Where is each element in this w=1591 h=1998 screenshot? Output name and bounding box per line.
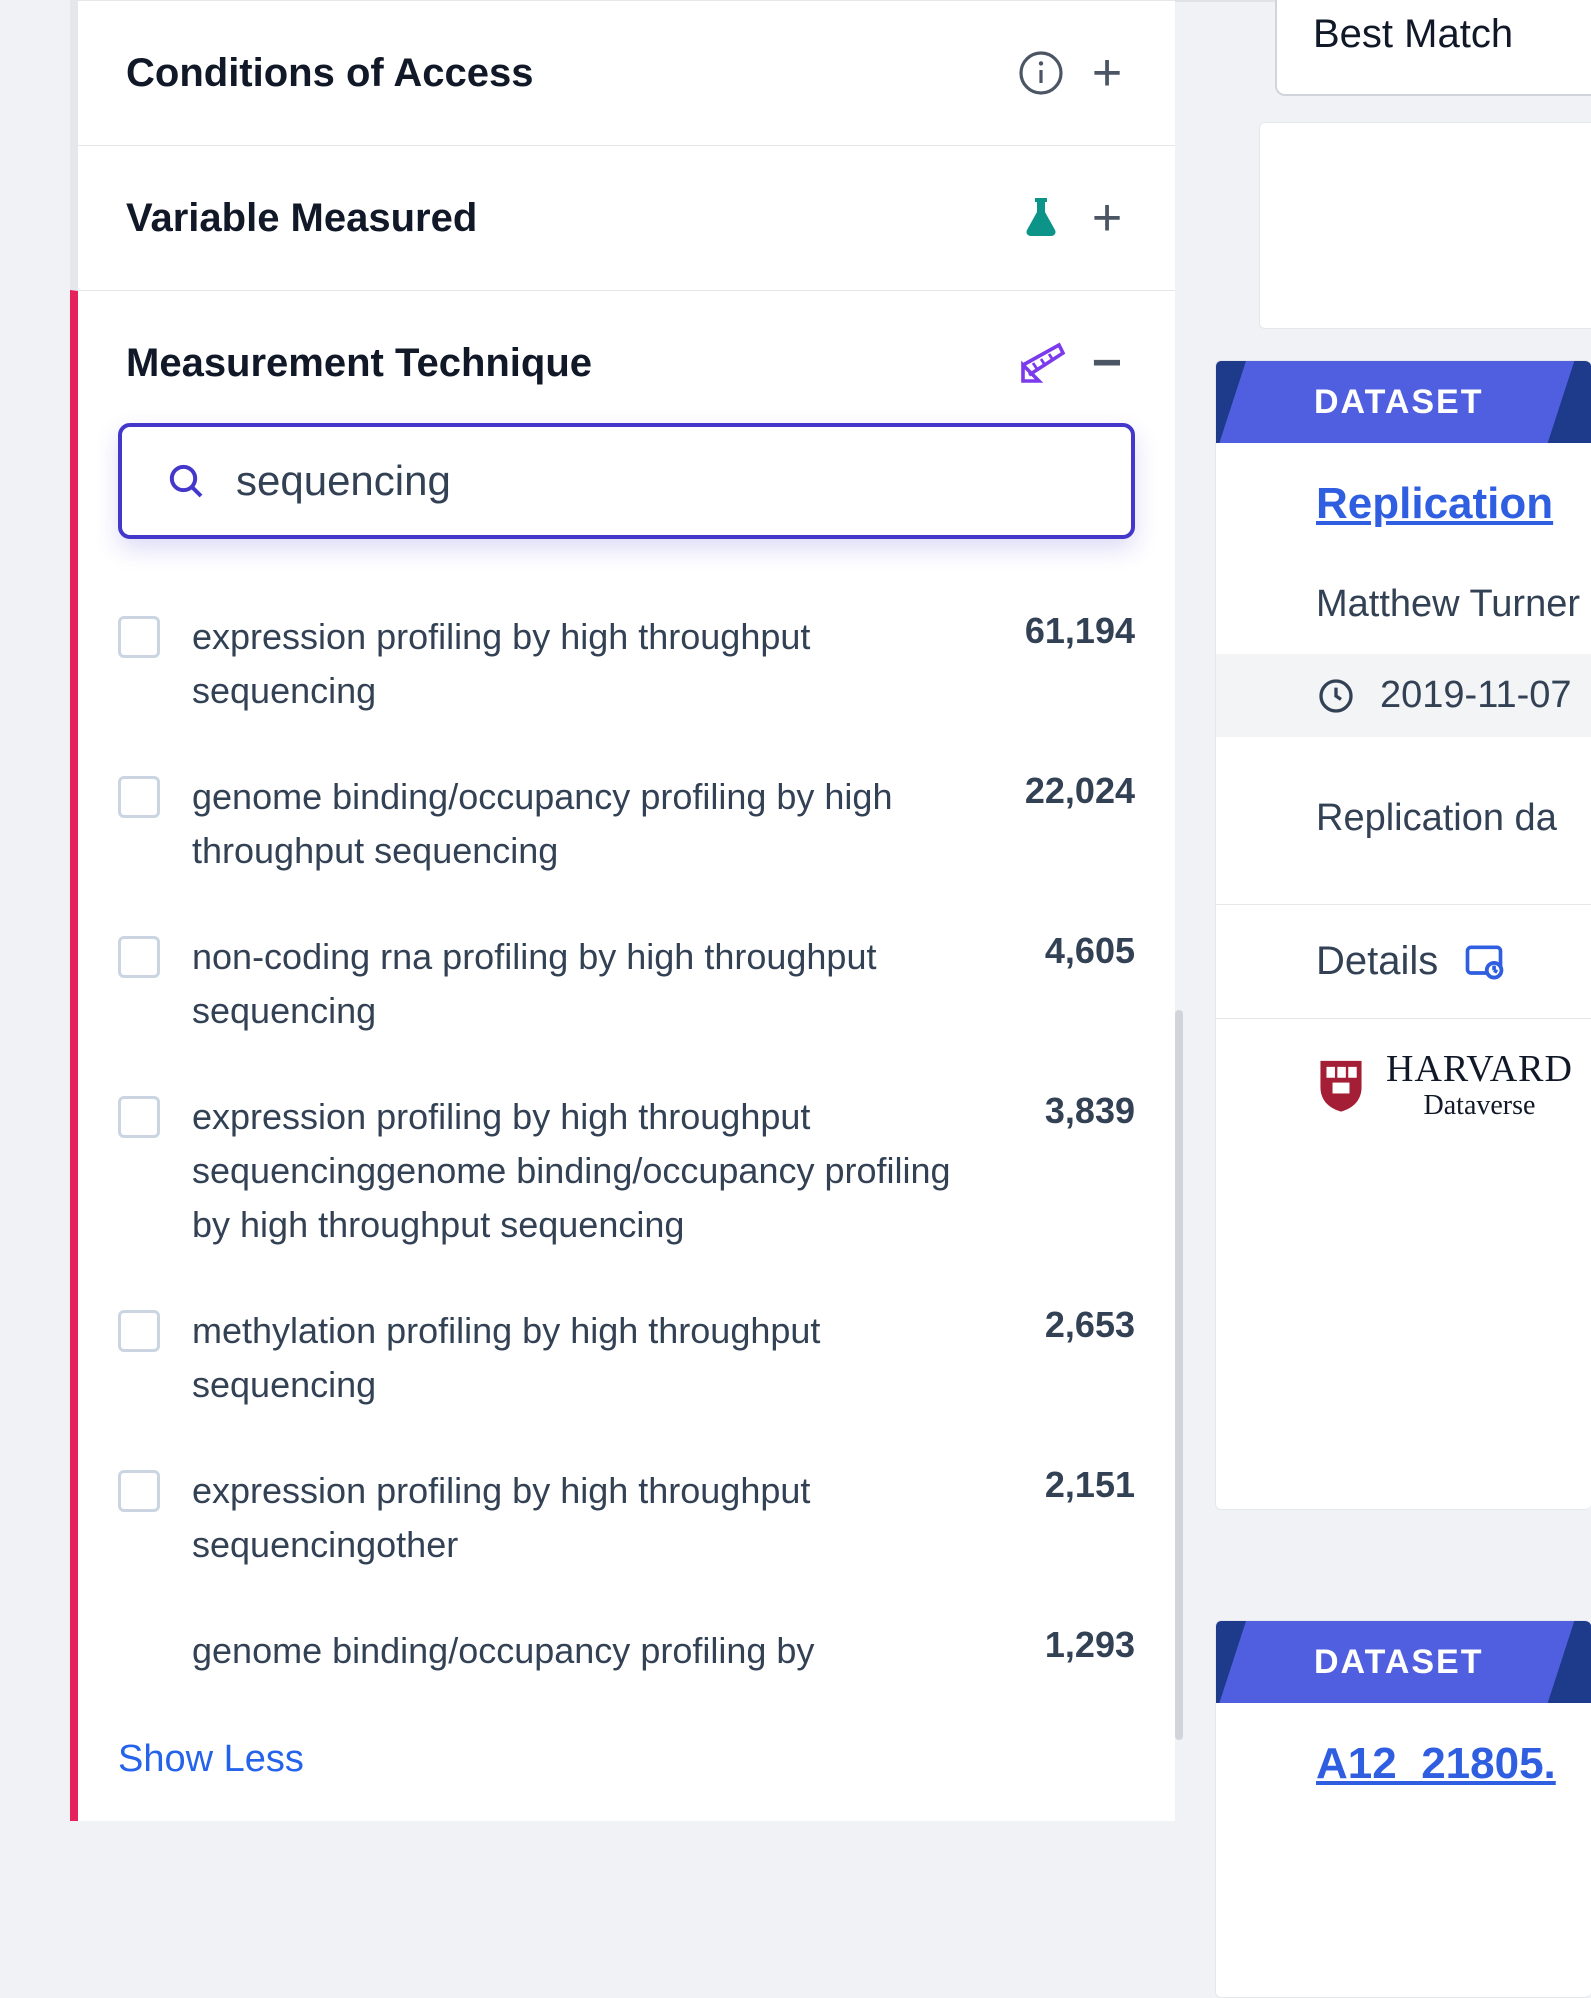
facet-search-box[interactable] — [118, 423, 1135, 539]
show-less-link[interactable]: Show Less — [118, 1678, 304, 1821]
result-provider: HARVARD Dataverse — [1216, 1018, 1591, 1152]
result-card: DATASET A12_21805. — [1215, 1620, 1591, 1998]
facet-label: expression profiling by high throughput … — [192, 1464, 983, 1572]
result-details-row[interactable]: Details — [1216, 904, 1591, 1018]
sort-select[interactable]: Best Match — [1275, 0, 1591, 96]
facet-count: 2,151 — [1015, 1464, 1135, 1506]
result-description: Replication da — [1316, 797, 1591, 840]
filter-body-technique: expression profiling by high throughput … — [78, 423, 1175, 1821]
clock-icon — [1316, 676, 1356, 716]
facet-label: genome binding/occupancy profiling by — [192, 1624, 983, 1678]
filter-header-actions: − — [1017, 337, 1127, 389]
result-date-row: 2019-11-07 — [1216, 654, 1591, 737]
filter-header-conditions[interactable]: Conditions of Access + — [78, 1, 1175, 145]
checkbox[interactable] — [118, 1096, 160, 1138]
filter-header-technique[interactable]: Measurement Technique − — [78, 291, 1175, 423]
facet-count: 1,293 — [1015, 1624, 1135, 1666]
info-icon — [1017, 49, 1065, 97]
filter-title: Conditions of Access — [126, 51, 533, 96]
facet-label: expression profiling by high throughput … — [192, 1090, 983, 1252]
facet-label: methylation profiling by high throughput… — [192, 1304, 983, 1412]
facet-label: expression profiling by high throughput … — [192, 610, 983, 718]
collapse-icon[interactable]: − — [1087, 337, 1127, 389]
expand-icon[interactable]: + — [1087, 192, 1127, 244]
ruler-icon — [1017, 339, 1065, 387]
facet-list: expression profiling by high throughput … — [118, 584, 1135, 1678]
facet-label: non-coding rna profiling by high through… — [192, 930, 983, 1038]
checkbox[interactable] — [118, 936, 160, 978]
search-icon — [166, 461, 206, 501]
flask-icon — [1017, 194, 1065, 242]
filter-header-actions: + — [1017, 47, 1127, 99]
facet-option[interactable]: non-coding rna profiling by high through… — [118, 904, 1135, 1064]
checkbox[interactable] — [118, 1310, 160, 1352]
filter-section-technique: Measurement Technique − — [70, 290, 1175, 1821]
details-icon — [1462, 940, 1506, 984]
provider-name: HARVARD — [1386, 1049, 1573, 1091]
sort-label: Best Match — [1313, 12, 1513, 57]
facet-search-wrap — [118, 423, 1135, 539]
provider-sub: Dataverse — [1386, 1091, 1573, 1122]
result-type-ribbon: DATASET — [1216, 361, 1591, 443]
details-label: Details — [1316, 939, 1438, 984]
facet-option[interactable]: expression profiling by high throughput … — [118, 1064, 1135, 1278]
facet-option[interactable]: genome binding/occupancy profiling by 1,… — [118, 1598, 1135, 1678]
filter-header-actions: + — [1017, 192, 1127, 244]
facet-count: 2,653 — [1015, 1304, 1135, 1346]
facet-option[interactable]: methylation profiling by high throughput… — [118, 1278, 1135, 1438]
facet-count: 3,839 — [1015, 1090, 1135, 1132]
filter-title: Measurement Technique — [126, 341, 592, 386]
facet-option[interactable]: expression profiling by high throughput … — [118, 584, 1135, 744]
scrollbar[interactable] — [1175, 1010, 1183, 1740]
facet-count: 22,024 — [1015, 770, 1135, 812]
checkbox[interactable] — [118, 616, 160, 658]
result-title-link[interactable]: Replication — [1316, 479, 1553, 528]
facet-count: 61,194 — [1015, 610, 1135, 652]
result-date: 2019-11-07 — [1380, 674, 1572, 717]
facet-option[interactable]: expression profiling by high throughput … — [118, 1438, 1135, 1598]
result-type-badge: DATASET — [1314, 361, 1484, 443]
filter-section-conditions: Conditions of Access + — [70, 0, 1175, 145]
expand-icon[interactable]: + — [1087, 47, 1127, 99]
result-type-ribbon: DATASET — [1216, 1621, 1591, 1703]
filter-header-variable[interactable]: Variable Measured + — [78, 146, 1175, 290]
filter-panel: Conditions of Access + Variable Measured — [70, 0, 1175, 1821]
facet-label: genome binding/occupancy profiling by hi… — [192, 770, 983, 878]
result-card-placeholder — [1259, 122, 1591, 329]
facet-count: 4,605 — [1015, 930, 1135, 972]
result-card: DATASET Replication Matthew Turner 2019-… — [1215, 360, 1591, 1510]
facet-search-input[interactable] — [236, 457, 1087, 505]
facet-option[interactable]: genome binding/occupancy profiling by hi… — [118, 744, 1135, 904]
checkbox[interactable] — [118, 776, 160, 818]
result-author: Matthew Turner — [1316, 583, 1591, 626]
result-title-link[interactable]: A12_21805. — [1316, 1739, 1556, 1788]
result-type-badge: DATASET — [1314, 1621, 1484, 1703]
filter-title: Variable Measured — [126, 196, 477, 241]
harvard-shield-icon — [1316, 1056, 1366, 1114]
filter-section-variable: Variable Measured + — [70, 145, 1175, 290]
checkbox[interactable] — [118, 1470, 160, 1512]
